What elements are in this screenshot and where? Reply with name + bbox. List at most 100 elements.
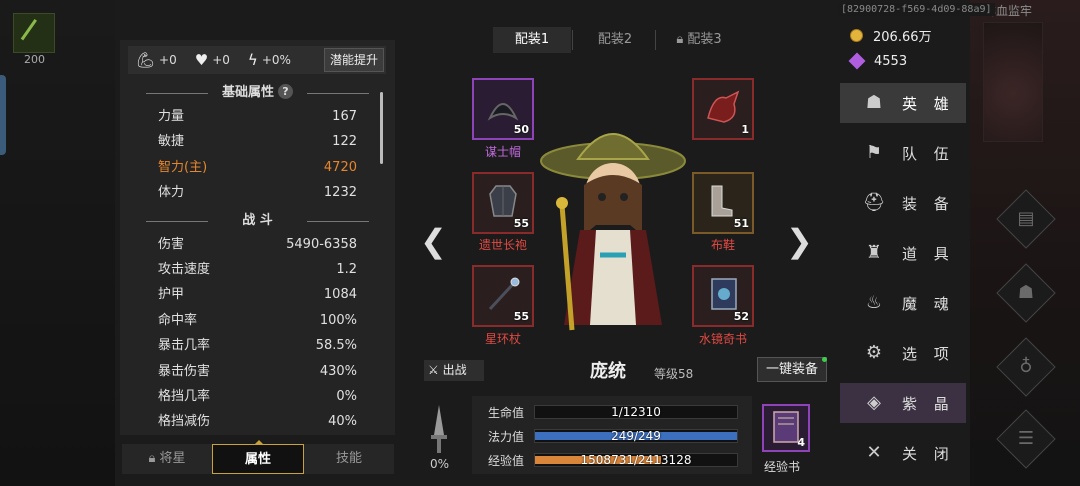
menu-purple-crystal[interactable]: ◈ 紫 晶 (840, 383, 966, 423)
menu-label: 关 闭 (902, 444, 955, 463)
stat-label: 智力(主) (158, 159, 208, 175)
armor-slot[interactable]: 55 (472, 172, 534, 234)
stat-label: 力量 (158, 109, 185, 124)
exp-book-label: 经验书 (764, 460, 801, 474)
stat-row: 攻击速度 1.2 (140, 257, 375, 282)
book-slot[interactable]: 52 (692, 265, 754, 327)
stats-list[interactable]: 基础属性? 力量 167 敏捷 122 智力(主) 4720 体力 1232 战 斗 伤… (140, 82, 375, 434)
stat-label: 暴击伤害 (158, 363, 211, 379)
mp-label: 法力值 (488, 429, 525, 444)
lightning-icon: ϟ (247, 51, 258, 69)
hero-level: 等级58 (654, 367, 694, 381)
scroll-icon: ▤ (1017, 208, 1035, 229)
menu-close[interactable]: ✕ 关 闭 (840, 433, 966, 473)
exp-book-count: 4 (797, 436, 805, 449)
world-background-left (0, 0, 115, 486)
lock-icon: 🔒︎ (148, 451, 160, 466)
tab-loadout-1[interactable]: 配装1 (493, 27, 571, 53)
tab-attributes[interactable]: 属性 (212, 444, 304, 474)
item-level: 55 (513, 217, 529, 230)
item-level: 51 (733, 217, 749, 230)
hat-slot[interactable]: 50 (472, 78, 534, 140)
stat-row: 命中率 100% (140, 308, 375, 333)
stat-value: 430% (319, 363, 357, 379)
shoes-name: 布鞋 (710, 238, 735, 252)
skill-shortcut-icon[interactable] (13, 13, 55, 53)
side-drawer-handle[interactable] (0, 75, 6, 155)
menu-label: 选 项 (902, 344, 955, 363)
game-screen: 200 鲜血监牢 ▤ ☗ ♁ ☰ [82900728-f569-4d09-88a… (0, 0, 1080, 486)
menu-label: 队 伍 (902, 144, 955, 163)
hero-character-portrait (540, 133, 686, 331)
shoes-slot[interactable]: 51 (692, 172, 754, 234)
gem-display: 4553 (848, 51, 907, 71)
mp-value: 249/249 (611, 429, 661, 443)
menu-items[interactable]: ♜ 道 具 (840, 233, 966, 273)
menu-options[interactable]: ⚙ 选 项 (840, 333, 966, 373)
stat-label: 体力 (158, 185, 185, 201)
energy-buff-value: +0% (261, 53, 291, 67)
weapon-name: 星环杖 (484, 332, 521, 346)
tab-general-star[interactable]: 🔒︎ 将星 (122, 444, 212, 474)
stat-row: 体力 1232 (140, 180, 375, 205)
one-key-equip-button[interactable]: 一键装备 (757, 357, 827, 382)
menu-equipment[interactable]: ⛑ 装 备 (840, 183, 966, 223)
stat-value: 40% (328, 414, 357, 430)
menu-team[interactable]: ⚑ 队 伍 (840, 133, 966, 173)
list-icon: ☰ (1017, 428, 1035, 449)
tab-skills[interactable]: 技能 (304, 444, 394, 474)
stats-scrollbar[interactable] (380, 92, 383, 164)
close-icon: ✕ (866, 442, 882, 463)
stat-row: 护甲 1084 (140, 282, 375, 307)
menu-label: 装 备 (902, 194, 955, 213)
exp-book-button[interactable]: 4 (762, 404, 810, 452)
dragon-pet-icon (707, 90, 740, 123)
menu-label: 道 具 (902, 244, 955, 263)
combat-title: 战 斗 (140, 210, 375, 232)
vitality-buff-value: +0 (212, 53, 230, 67)
weapon-slot[interactable]: 55 (472, 265, 534, 327)
hat-icon (487, 103, 519, 121)
stat-row: 力量 167 (140, 104, 375, 129)
tab-label: 配装3 (687, 32, 722, 47)
purple-gem-icon (848, 52, 866, 70)
item-level: 1 (741, 123, 749, 136)
people-icon: ☗ (1017, 282, 1035, 303)
menu-hero[interactable]: ☗ 英 雄 (840, 83, 966, 123)
tab-loadout-2[interactable]: 配装2 (576, 27, 654, 53)
help-icon[interactable]: ? (278, 84, 293, 99)
stat-value: 1084 (323, 287, 357, 303)
crossed-swords-icon: ⚔ (428, 363, 443, 377)
stat-row-primary: 智力(主) 4720 (140, 155, 375, 180)
stat-label: 伤害 (158, 236, 185, 252)
tab-label: 将星 (159, 451, 186, 466)
vitality-buff: ♥ +0 (195, 51, 230, 69)
gold-display: 206.66万 (850, 25, 932, 45)
mp-bar: 249/249 (534, 429, 738, 443)
previous-hero-arrow-icon[interactable]: ❮ (420, 222, 447, 260)
stat-value: 0% (336, 388, 357, 404)
item-level: 52 (733, 310, 749, 323)
stat-row: 敏捷 122 (140, 129, 375, 154)
stat-label: 攻击速度 (158, 261, 211, 277)
hp-value: 1/12310 (611, 405, 661, 419)
gold-coin-icon (850, 28, 863, 42)
loadout-divider (655, 30, 656, 50)
staff-icon (488, 277, 520, 311)
stat-row: 格挡减伤 40% (140, 409, 375, 434)
pet-slot[interactable]: 1 (692, 78, 754, 140)
item-level: 55 (513, 310, 529, 323)
potential-boost-button[interactable]: 潜能提升 (324, 48, 384, 72)
boots-icon (711, 185, 733, 217)
armor-name: 遗世长袍 (478, 238, 527, 252)
deploy-button[interactable]: ⚔ 出战 (424, 360, 484, 381)
menu-label: 魔 魂 (902, 294, 955, 313)
stat-row: 暴击几率 58.5% (140, 333, 375, 358)
gold-amount: 206.66万 (873, 29, 932, 45)
stat-value: 4720 (323, 159, 357, 175)
spellbook-icon (711, 278, 737, 310)
menu-soul[interactable]: ♨ 魔 魂 (840, 283, 966, 323)
tab-loadout-3[interactable]: 🔒︎ 配装3 (660, 27, 738, 53)
next-hero-arrow-icon[interactable]: ❯ (786, 222, 813, 260)
exp-label: 经验值 (488, 453, 525, 468)
